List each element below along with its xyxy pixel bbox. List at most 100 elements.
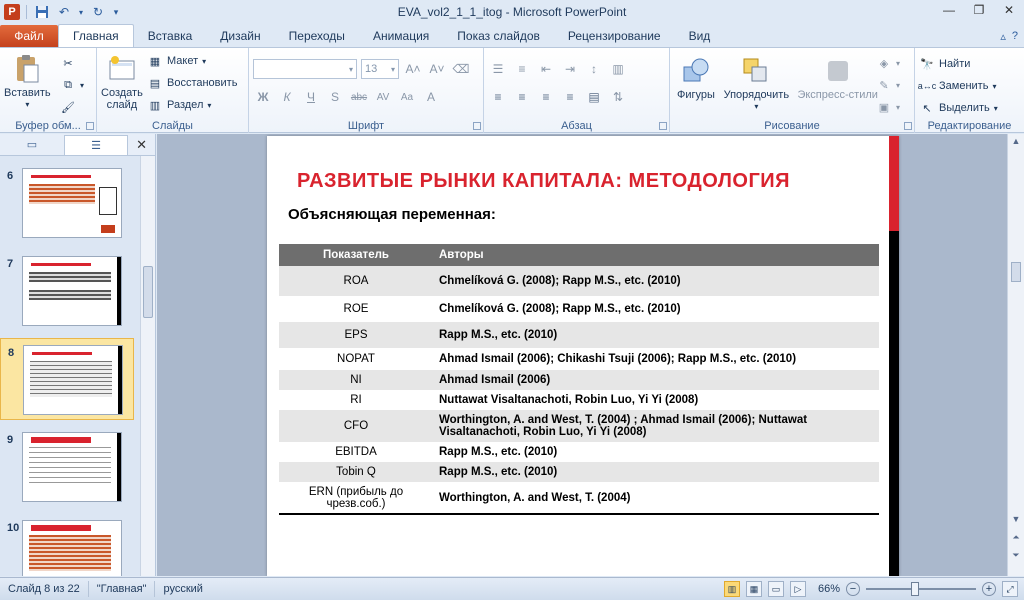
scroll-up-icon[interactable]: ▲	[1008, 134, 1024, 148]
thumbnail-slide-8[interactable]: 8	[0, 338, 134, 420]
fit-to-window-icon[interactable]: ⤢	[1002, 581, 1018, 597]
shapes-button[interactable]: Фигуры	[674, 55, 718, 101]
distribute-icon[interactable]: ▤	[584, 87, 604, 107]
slides-tab-icon[interactable]: ▭	[0, 135, 64, 155]
bullets-icon[interactable]: ☰	[488, 59, 508, 79]
slide-subtitle[interactable]: Объясняющая переменная:	[288, 206, 496, 223]
tab-view[interactable]: Вид	[675, 25, 725, 47]
strikethrough-button[interactable]: abc	[349, 87, 369, 107]
quick-styles-button[interactable]: Экспресс-стили	[795, 55, 881, 101]
arrange-icon	[743, 58, 767, 82]
slide-vertical-scrollbar[interactable]: ▲ ▼ ⏶ ⏷	[1007, 134, 1024, 576]
drawing-launcher-icon[interactable]	[904, 122, 912, 130]
tab-review[interactable]: Рецензирование	[554, 25, 675, 47]
section-button[interactable]: ▥ Раздел ▾	[147, 94, 237, 116]
select-button[interactable]: ↖ Выделить ▾	[919, 97, 1020, 119]
shape-effects-button[interactable]: ▣ ▾	[876, 96, 900, 118]
reading-view-icon[interactable]: ▭	[767, 581, 784, 597]
tab-transitions[interactable]: Переходы	[275, 25, 359, 47]
redo-icon[interactable]: ↻	[89, 3, 107, 21]
font-size-combo[interactable]: 13 ▾	[361, 59, 399, 79]
line-spacing-icon[interactable]: ↕	[584, 59, 604, 79]
status-language[interactable]: русский	[155, 581, 210, 597]
current-slide[interactable]: РАЗВИТЫЕ РЫНКИ КАПИТАЛА: МЕТОДОЛОГИЯ Объ…	[267, 136, 899, 576]
copy-button[interactable]: ⧉ ▾	[60, 74, 84, 96]
paragraph-launcher-icon[interactable]	[659, 122, 667, 130]
arrange-button[interactable]: Упорядочить ▾	[721, 55, 791, 113]
new-slide-button[interactable]: Создать слайд	[101, 53, 143, 111]
decrease-indent-icon[interactable]: ⇤	[536, 59, 556, 79]
scroll-down-icon[interactable]: ▼	[1008, 512, 1024, 526]
previous-slide-icon[interactable]: ⏶	[1008, 530, 1024, 544]
find-button[interactable]: 🔭 Найти	[919, 53, 1020, 75]
slides-pane-scroll-thumb[interactable]	[143, 266, 153, 318]
replace-button[interactable]: a↔c Заменить ▾	[918, 75, 1020, 97]
bold-button[interactable]: Ж	[253, 87, 273, 107]
minimize-icon[interactable]: —	[934, 0, 964, 20]
shrink-font-icon[interactable]: A˅	[427, 59, 447, 79]
increase-indent-icon[interactable]: ⇥	[560, 59, 580, 79]
align-center-icon[interactable]: ≡	[512, 87, 532, 107]
powerpoint-app-icon[interactable]: P	[4, 4, 20, 20]
zoom-level[interactable]: 66%	[818, 583, 840, 595]
customize-qat-icon[interactable]: ▾	[111, 3, 121, 21]
tab-animations[interactable]: Анимация	[359, 25, 443, 47]
char-spacing-button[interactable]: AV	[373, 87, 393, 107]
font-name-combo[interactable]: ▾	[253, 59, 357, 79]
zoom-slider-knob[interactable]	[911, 582, 919, 596]
underline-button[interactable]: Ч	[301, 87, 321, 107]
outline-tab-icon[interactable]: ☰	[64, 134, 128, 155]
reset-button[interactable]: ▤ Восстановить	[147, 72, 238, 94]
numbering-icon[interactable]: ≡	[512, 59, 532, 79]
thumbnail-slide-7[interactable]: 7	[0, 250, 134, 332]
align-right-icon[interactable]: ≡	[536, 87, 556, 107]
columns-icon[interactable]: ▥	[608, 59, 628, 79]
zoom-slider[interactable]	[866, 582, 976, 596]
format-painter-button[interactable]: 🖌	[60, 96, 84, 118]
tab-insert[interactable]: Вставка	[134, 25, 207, 47]
grow-font-icon[interactable]: A˄	[403, 59, 423, 79]
slides-pane-scrollbar[interactable]	[140, 156, 155, 576]
restore-icon[interactable]: ❐	[964, 0, 994, 20]
next-slide-icon[interactable]: ⏷	[1008, 548, 1024, 562]
undo-icon[interactable]: ↶	[55, 3, 73, 21]
zoom-in-icon[interactable]: +	[982, 582, 996, 596]
tab-file[interactable]: Файл	[0, 25, 58, 47]
thumbnail-slide-9[interactable]: 9	[0, 426, 134, 508]
tab-slideshow[interactable]: Показ слайдов	[443, 25, 554, 47]
align-left-icon[interactable]: ≡	[488, 87, 508, 107]
shape-outline-button[interactable]: ✎ ▾	[876, 74, 900, 96]
tab-home[interactable]: Главная	[58, 24, 134, 47]
text-direction-icon[interactable]: ⇅	[608, 87, 628, 107]
clipboard-launcher-icon[interactable]	[86, 122, 94, 130]
clear-format-icon[interactable]: ⌫	[451, 59, 471, 79]
help-icon[interactable]: ?	[1012, 30, 1018, 42]
justify-icon[interactable]: ≡	[560, 87, 580, 107]
thumbnail-slide-10[interactable]: 10	[0, 514, 134, 576]
thumbnail-slide-6[interactable]: 6	[0, 162, 134, 244]
layout-button[interactable]: ▦ Макет ▾	[147, 50, 237, 72]
zoom-out-icon[interactable]: −	[846, 582, 860, 596]
status-theme[interactable]: "Главная"	[89, 581, 156, 597]
cut-button[interactable]: ✂	[60, 52, 84, 74]
undo-dropdown-icon[interactable]: ▾	[77, 3, 85, 21]
slideshow-view-icon[interactable]: ▷	[789, 581, 806, 597]
normal-view-icon[interactable]: ▥	[723, 581, 740, 597]
font-color-button[interactable]: A	[421, 87, 441, 107]
slide-scroll-thumb[interactable]	[1011, 262, 1021, 282]
italic-button[interactable]: К	[277, 87, 297, 107]
shadow-button[interactable]: S	[325, 87, 345, 107]
change-case-button[interactable]: Aa	[397, 87, 417, 107]
slide-table[interactable]: Показатель Авторы ROA Chmelíková G. (2008…	[279, 244, 879, 515]
close-icon[interactable]: ✕	[994, 0, 1024, 20]
font-launcher-icon[interactable]	[473, 122, 481, 130]
paste-button[interactable]: Вставить ▾	[4, 53, 51, 111]
shape-fill-button[interactable]: ◈ ▾	[876, 52, 900, 74]
minimize-ribbon-icon[interactable]: ▵	[1000, 30, 1006, 43]
save-icon[interactable]	[33, 3, 51, 21]
slide-title[interactable]: РАЗВИТЫЕ РЫНКИ КАПИТАЛА: МЕТОДОЛОГИЯ	[297, 170, 790, 193]
table-row: Tobin Q Rapp M.S., etc. (2010)	[279, 462, 879, 482]
close-pane-icon[interactable]: ✕	[136, 137, 147, 153]
slide-sorter-icon[interactable]: ▦	[745, 581, 762, 597]
tab-design[interactable]: Дизайн	[206, 25, 274, 47]
